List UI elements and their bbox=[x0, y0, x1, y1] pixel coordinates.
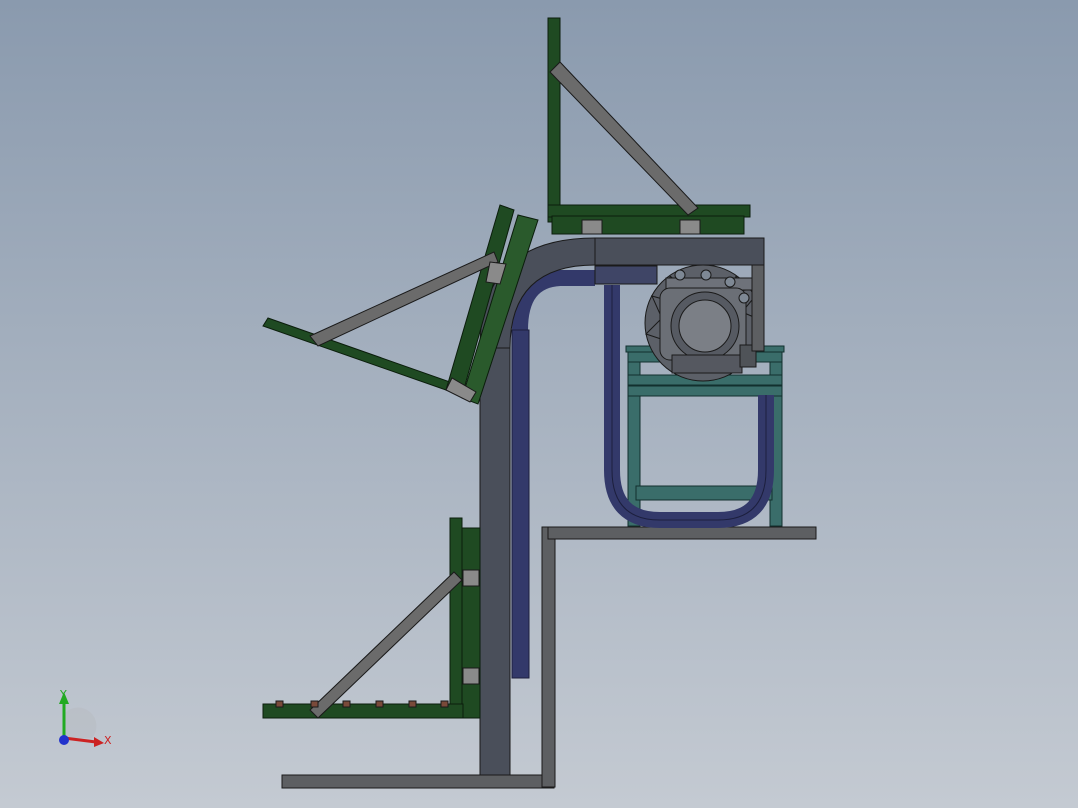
x-axis-arrowhead bbox=[94, 737, 104, 747]
sprocket-guard bbox=[751, 264, 765, 352]
x-axis-label: X bbox=[104, 734, 112, 747]
y-axis-label: Y bbox=[59, 688, 67, 701]
coordinate-triad: Y X bbox=[59, 688, 112, 747]
upper-hopper-frame bbox=[547, 17, 751, 235]
graphics-viewport[interactable]: Y X bbox=[0, 0, 1078, 808]
z-axis-indicator bbox=[59, 735, 69, 745]
base-frame bbox=[281, 526, 817, 789]
triad-plane bbox=[64, 707, 97, 738]
lower-hopper-frame bbox=[262, 517, 481, 719]
